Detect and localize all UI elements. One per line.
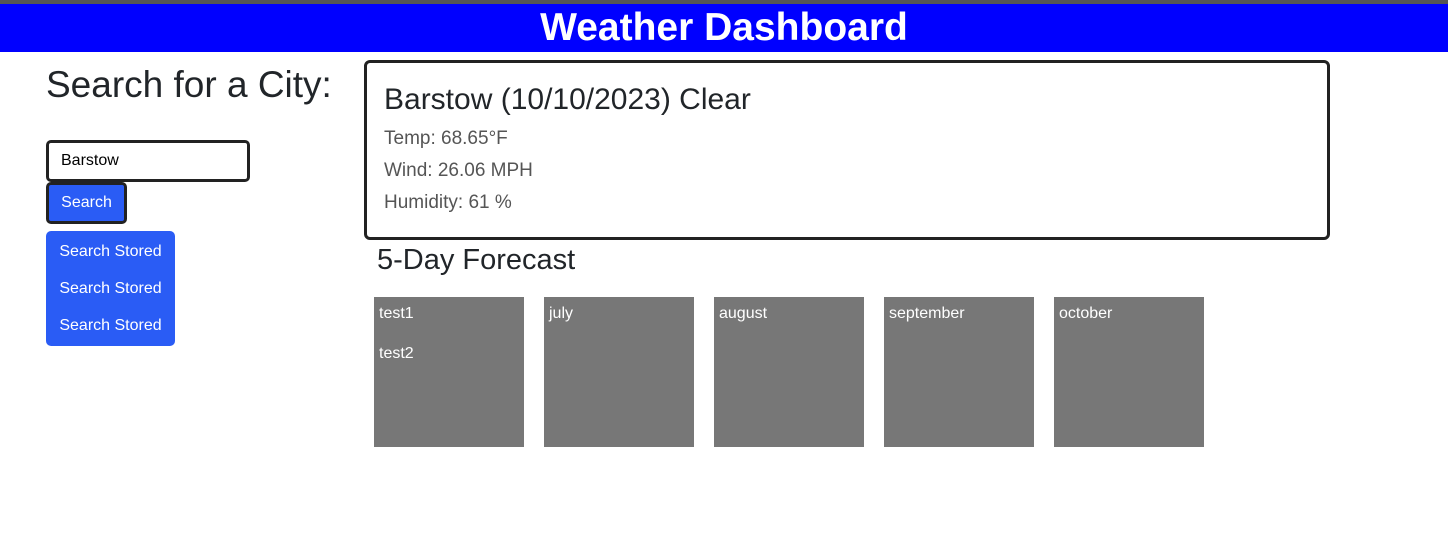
current-wind: Wind: 26.06 MPH: [384, 160, 533, 181]
stored-search-button[interactable]: Search Stored: [46, 270, 175, 307]
stored-search-list: Search Stored Search Stored Search Store…: [46, 231, 175, 346]
forecast-card-text: test2: [379, 345, 414, 362]
city-search-input[interactable]: [46, 140, 250, 182]
forecast-card: test1 test2: [374, 297, 524, 447]
page-header: Weather Dashboard: [0, 4, 1448, 52]
forecast-card-text: august: [719, 305, 768, 322]
current-weather-title: Barstow (10/10/2023) Clear: [384, 83, 751, 116]
stored-search-button[interactable]: Search Stored: [46, 233, 175, 270]
forecast-row: test1 test2 july august september octobe…: [374, 297, 1204, 447]
search-sidebar: Search for a City: Search Search Stored …: [46, 62, 356, 346]
stored-search-button[interactable]: Search Stored: [46, 307, 175, 344]
page-title: Weather Dashboard: [540, 6, 908, 49]
forecast-card-text: september: [889, 305, 965, 322]
forecast-card: october: [1054, 297, 1204, 447]
forecast-card: august: [714, 297, 864, 447]
current-weather-card: Barstow (10/10/2023) Clear Temp: 68.65°F…: [364, 60, 1330, 240]
forecast-card-text: october: [1059, 305, 1113, 322]
forecast-card: september: [884, 297, 1034, 447]
search-button[interactable]: Search: [46, 182, 127, 224]
search-heading: Search for a City:: [46, 64, 332, 105]
forecast-card-text: july: [549, 305, 574, 322]
current-humidity: Humidity: 61 %: [384, 192, 512, 213]
current-temp: Temp: 68.65°F: [384, 128, 508, 149]
forecast-card-text: test1: [379, 305, 414, 322]
forecast-heading: 5-Day Forecast: [377, 244, 576, 276]
forecast-card: july: [544, 297, 694, 447]
